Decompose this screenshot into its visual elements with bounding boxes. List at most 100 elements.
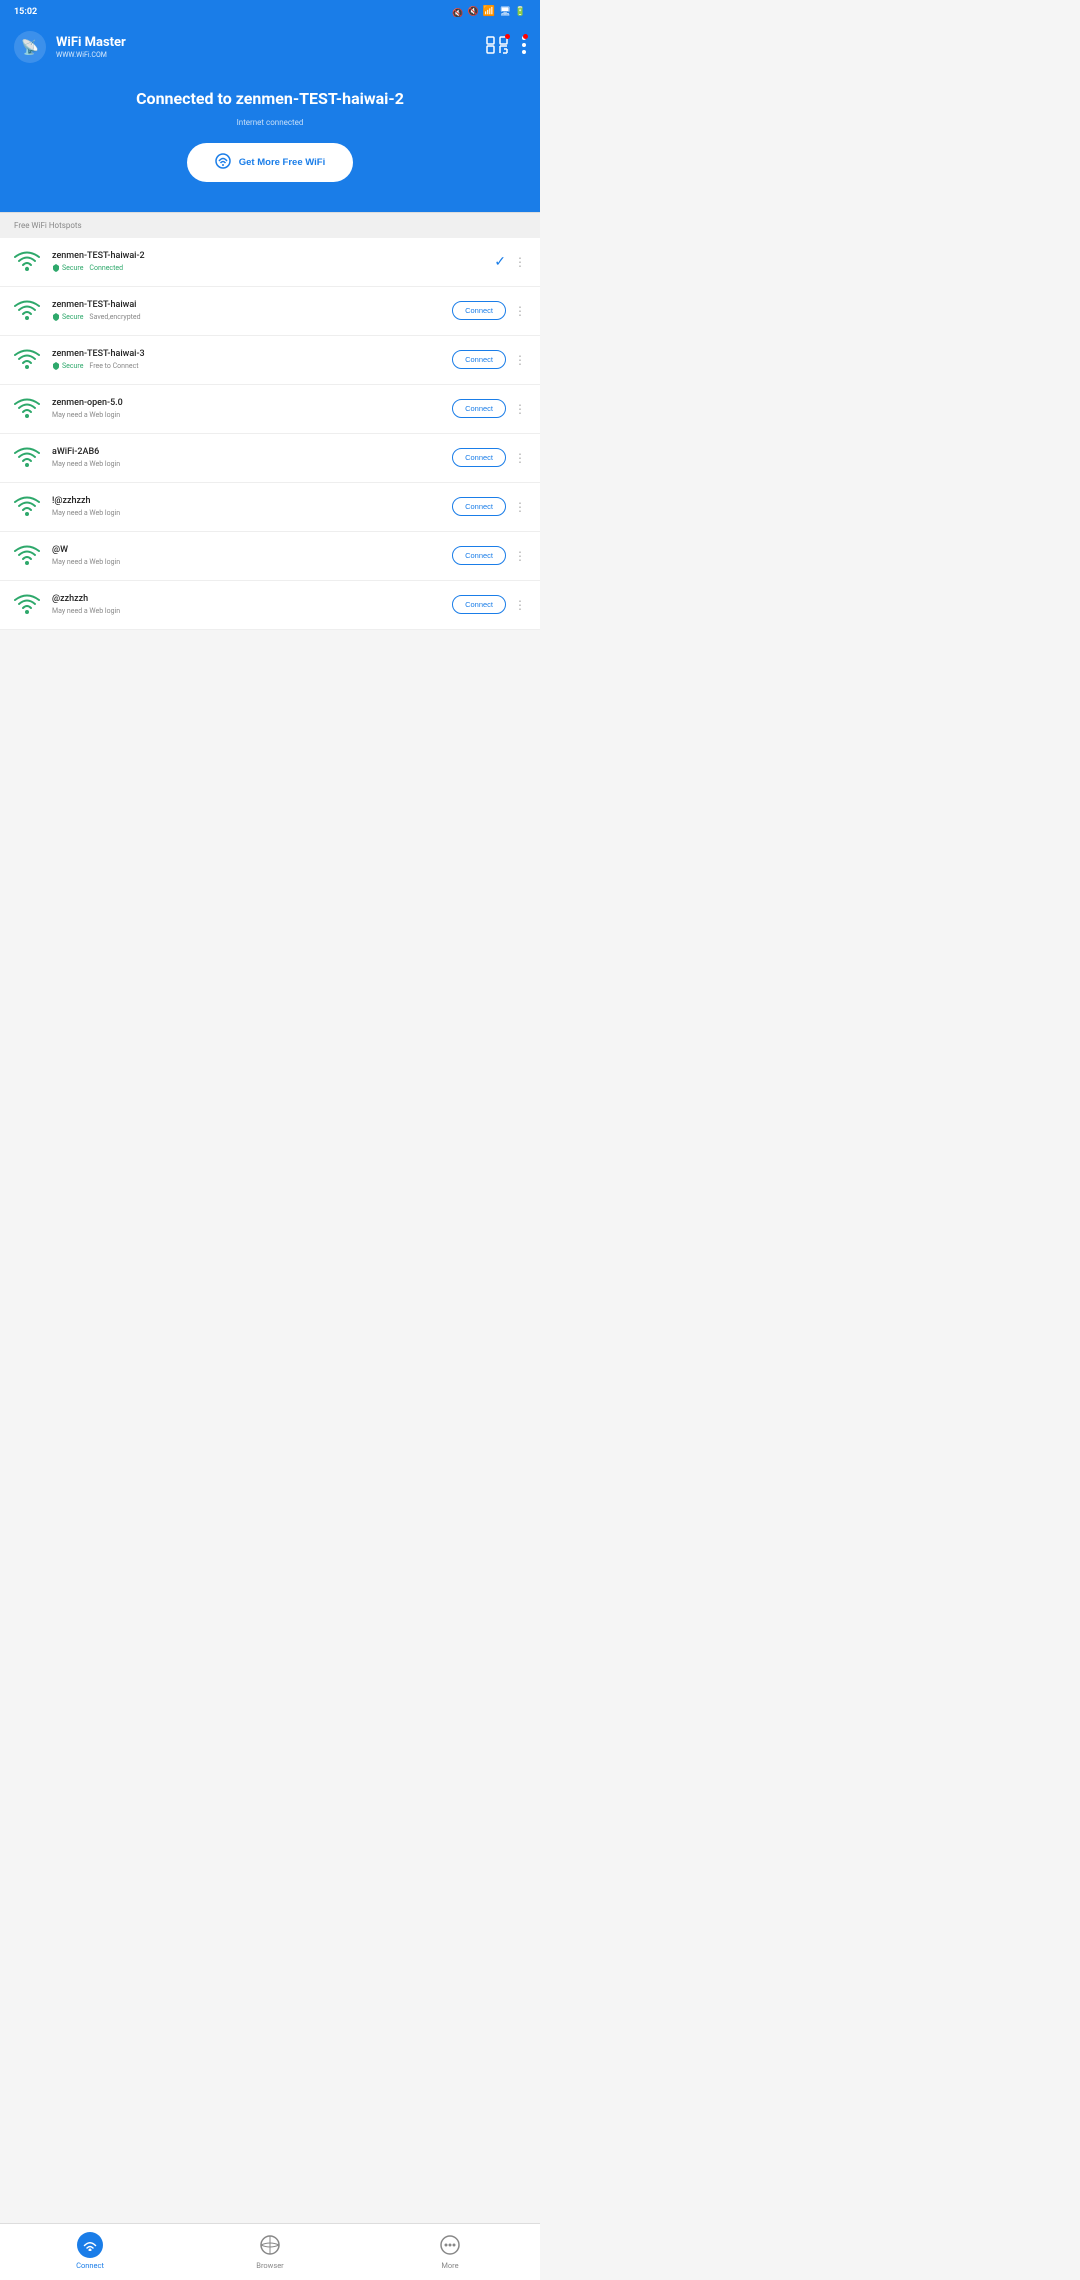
nav-browser[interactable]: Browser <box>230 2232 310 2270</box>
wifi-list: 🔒 zenmen-TEST-haiwai-2 Secure Connected … <box>0 238 540 630</box>
mute-icon: 🔇 <box>468 7 479 17</box>
wifi-info: zenmen-open-5.0 May need a Web login <box>52 398 440 419</box>
svg-text:🔇: 🔇 <box>452 7 463 17</box>
screen-icon: 🖥 <box>499 7 510 17</box>
wifi-network-item: @W May need a Web login Connect ⋮ <box>0 532 540 581</box>
wifi-actions: Connect ⋮ <box>452 399 526 418</box>
connect-button[interactable]: Connect <box>452 350 506 369</box>
app-logo: 📡 <box>14 31 46 63</box>
connected-title: Connected to zenmen-TEST-haiwai-2 <box>14 89 526 110</box>
wifi-actions: Connect ⋮ <box>452 448 526 467</box>
network-more-button[interactable]: ⋮ <box>514 353 526 367</box>
scan-qr-button[interactable] <box>486 36 508 58</box>
wifi-signal-icon <box>14 348 40 372</box>
connect-button[interactable]: Connect <box>452 448 506 467</box>
mute-icon: 🔇 <box>452 7 464 17</box>
app-url: WWW.WiFi.COM <box>56 51 107 59</box>
wifi-actions: Connect ⋮ <box>452 595 526 614</box>
overflow-menu-button[interactable] <box>522 36 526 58</box>
get-wifi-icon <box>215 153 231 172</box>
connect-button[interactable]: Connect <box>452 301 506 320</box>
nav-more[interactable]: More <box>410 2232 490 2270</box>
header-right <box>486 36 526 58</box>
wifi-network-item: zenmen-TEST-haiwai Secure Saved,encrypte… <box>0 287 540 336</box>
wifi-meta: Secure Connected <box>52 264 482 272</box>
wifi-network-item: zenmen-open-5.0 May need a Web login Con… <box>0 385 540 434</box>
wifi-status: May need a Web login <box>52 460 120 468</box>
wifi-network-item: @zzhzzh May need a Web login Connect ⋮ <box>0 581 540 630</box>
network-more-button[interactable]: ⋮ <box>514 549 526 563</box>
network-more-button[interactable]: ⋮ <box>514 255 526 269</box>
wifi-status: Saved,encrypted <box>89 313 140 321</box>
get-wifi-label: Get More Free WiFi <box>239 157 325 168</box>
network-more-button[interactable]: ⋮ <box>514 500 526 514</box>
wifi-meta: May need a Web login <box>52 460 440 468</box>
bottom-navigation: Connect Browser More <box>0 2223 540 2280</box>
connected-subtitle: Internet connected <box>14 118 526 127</box>
scan-notification-dot <box>505 34 510 39</box>
network-more-button[interactable]: ⋮ <box>514 402 526 416</box>
wifi-info: !@zzhzzh May need a Web login <box>52 496 440 517</box>
wifi-info: @W May need a Web login <box>52 545 440 566</box>
wifi-actions: Connect ⋮ <box>452 497 526 516</box>
connect-button[interactable]: Connect <box>452 546 506 565</box>
browser-nav-icon <box>257 2232 283 2258</box>
status-bar: 15:02 🔇 🔇 📶 🖥 🔋 <box>0 0 540 23</box>
hotspot-section-header: Free WiFi Hotspots <box>0 212 540 238</box>
connected-checkmark: ✓ <box>494 254 506 270</box>
wifi-name: zenmen-TEST-haiwai <box>52 300 440 310</box>
wifi-status: May need a Web login <box>52 411 120 419</box>
wifi-name: @W <box>52 545 440 555</box>
app-header: 📡 WiFi Master WWW.WiFi.COM <box>0 23 540 71</box>
browser-nav-label: Browser <box>256 2261 283 2270</box>
wifi-signal-icon <box>14 397 40 421</box>
wifi-actions: Connect ⋮ <box>452 301 526 320</box>
wifi-status: May need a Web login <box>52 509 120 517</box>
status-icons: 🔇 🔇 📶 🖥 🔋 <box>452 6 526 17</box>
wifi-meta: Secure Saved,encrypted <box>52 313 440 321</box>
wifi-info: zenmen-TEST-haiwai-2 Secure Connected <box>52 251 482 272</box>
header-title: WiFi Master WWW.WiFi.COM <box>56 35 126 59</box>
wifi-name: zenmen-TEST-haiwai-3 <box>52 349 440 359</box>
secure-badge: Secure <box>52 313 83 321</box>
svg-text:📡: 📡 <box>21 38 39 56</box>
wifi-network-item: aWiFi-2AB6 May need a Web login Connect … <box>0 434 540 483</box>
secure-badge: Secure <box>52 362 83 370</box>
wifi-info: zenmen-TEST-haiwai Secure Saved,encrypte… <box>52 300 440 321</box>
wifi-status: May need a Web login <box>52 607 120 615</box>
wifi-signal-icon <box>14 544 40 568</box>
connect-button[interactable]: Connect <box>452 399 506 418</box>
wifi-actions: ✓ ⋮ <box>494 254 526 270</box>
wifi-meta: May need a Web login <box>52 411 440 419</box>
wifi-signal-icon <box>14 495 40 519</box>
app-name: WiFi Master <box>56 35 126 50</box>
menu-notification-dot <box>523 34 528 39</box>
wifi-icon: 📶 <box>483 6 495 17</box>
wifi-name: aWiFi-2AB6 <box>52 447 440 457</box>
secure-badge: Secure <box>52 264 83 272</box>
wifi-signal-icon <box>14 593 40 617</box>
wifi-network-item: zenmen-TEST-haiwai-3 Secure Free to Conn… <box>0 336 540 385</box>
wifi-meta: May need a Web login <box>52 509 440 517</box>
wifi-status: Free to Connect <box>89 362 138 370</box>
network-more-button[interactable]: ⋮ <box>514 304 526 318</box>
wifi-network-item: !@zzhzzh May need a Web login Connect ⋮ <box>0 483 540 532</box>
connect-button[interactable]: Connect <box>452 497 506 516</box>
get-more-wifi-button[interactable]: Get More Free WiFi <box>187 143 353 182</box>
connect-nav-label: Connect <box>76 2261 104 2270</box>
wifi-name: zenmen-TEST-haiwai-2 <box>52 251 482 261</box>
wifi-signal-icon: 🔒 <box>14 250 40 274</box>
wifi-signal-icon <box>14 299 40 323</box>
wifi-info: @zzhzzh May need a Web login <box>52 594 440 615</box>
wifi-name: !@zzhzzh <box>52 496 440 506</box>
network-more-button[interactable]: ⋮ <box>514 598 526 612</box>
wifi-name: @zzhzzh <box>52 594 440 604</box>
wifi-actions: Connect ⋮ <box>452 350 526 369</box>
connected-section: Connected to zenmen-TEST-haiwai-2 Intern… <box>0 71 540 212</box>
nav-connect[interactable]: Connect <box>50 2232 130 2270</box>
header-left: 📡 WiFi Master WWW.WiFi.COM <box>14 31 126 63</box>
network-more-button[interactable]: ⋮ <box>514 451 526 465</box>
connect-button[interactable]: Connect <box>452 595 506 614</box>
wifi-meta: Secure Free to Connect <box>52 362 440 370</box>
wifi-actions: Connect ⋮ <box>452 546 526 565</box>
